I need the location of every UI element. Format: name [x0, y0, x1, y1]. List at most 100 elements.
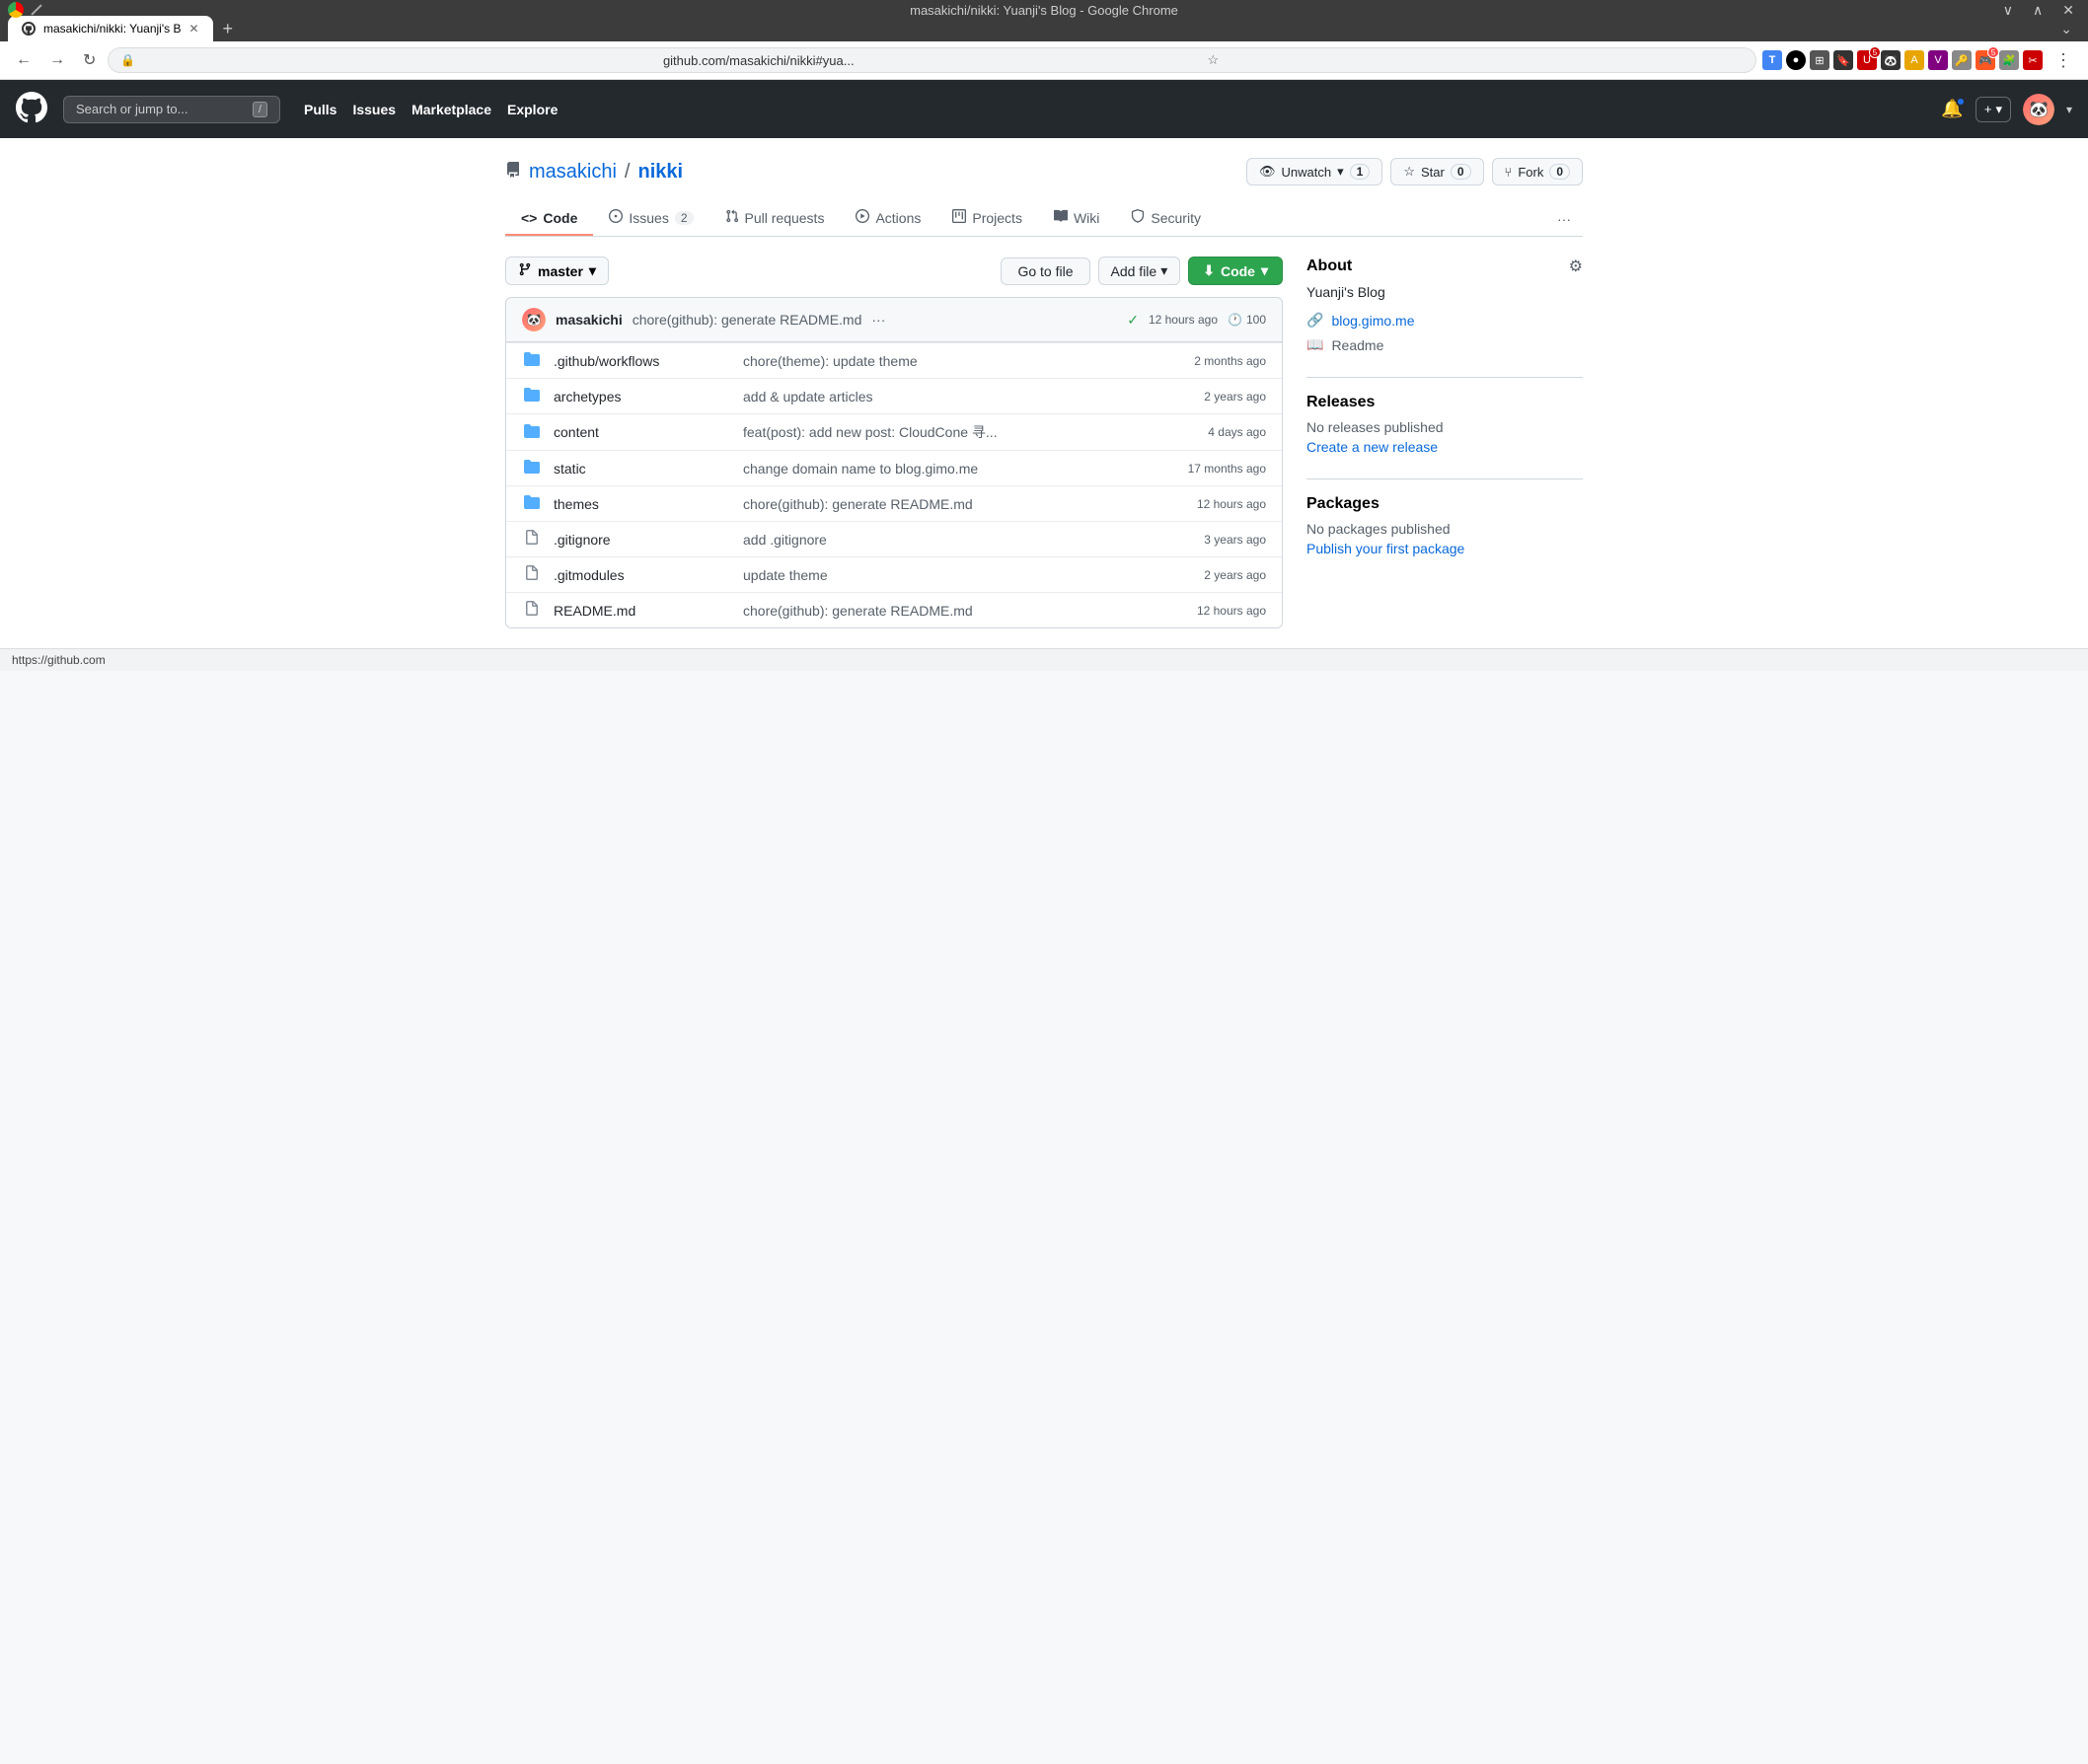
tab-close-button[interactable]: ✕ — [188, 22, 198, 36]
forward-button[interactable]: → — [43, 49, 71, 71]
file-commit-msg: chore(github): generate README.md — [743, 603, 1116, 619]
file-link[interactable]: .github/workflows — [554, 353, 659, 369]
tab-wiki[interactable]: Wiki — [1038, 201, 1115, 236]
commit-more-button[interactable]: ··· — [871, 312, 885, 328]
file-name: .gitmodules — [554, 567, 731, 583]
file-name: content — [554, 424, 731, 440]
create-release-link[interactable]: Create a new release — [1306, 439, 1583, 455]
go-to-file-button[interactable]: Go to file — [1001, 257, 1089, 285]
tab-overflow-button[interactable]: ⌄ — [2052, 17, 2080, 41]
file-link[interactable]: README.md — [554, 603, 635, 619]
projects-tab-label: Projects — [972, 210, 1022, 226]
branch-selector[interactable]: master ▾ — [505, 257, 609, 285]
unwatch-button[interactable]: 👁 Unwatch ▾ 1 — [1246, 158, 1382, 185]
repo-name-link[interactable]: nikki — [637, 161, 683, 184]
nav-pulls[interactable]: Pulls — [304, 102, 336, 117]
tab-actions[interactable]: Actions — [840, 201, 936, 236]
file-link[interactable]: themes — [554, 496, 599, 512]
repo-separator: / — [625, 161, 631, 184]
maximize-button[interactable]: ∧ — [2027, 0, 2049, 21]
about-website-link[interactable]: 🔗 blog.gimo.me — [1306, 312, 1583, 329]
nav-marketplace[interactable]: Marketplace — [411, 102, 491, 117]
notification-dot — [1956, 97, 1966, 107]
slash-key-indicator: / — [253, 102, 267, 117]
file-row: README.md chore(github): generate README… — [506, 592, 1282, 627]
create-new-button[interactable]: + ▾ — [1976, 97, 2011, 122]
active-tab[interactable]: masakichi/nikki: Yuanji's B ✕ — [8, 16, 213, 41]
new-tab-button[interactable]: + — [215, 19, 242, 39]
close-button[interactable]: ✕ — [2056, 0, 2080, 21]
file-link[interactable]: static — [554, 461, 586, 477]
folder-icon — [522, 459, 542, 478]
ext-dark-icon[interactable]: 🐼 — [1881, 50, 1901, 70]
star-icon: ☆ — [1403, 164, 1415, 180]
minimize-button[interactable]: ∨ — [1997, 0, 2019, 21]
refresh-button[interactable]: ↻ — [77, 48, 102, 72]
wiki-tab-icon — [1054, 209, 1068, 226]
tab-projects[interactable]: Projects — [936, 201, 1038, 236]
packages-title: Packages — [1306, 495, 1583, 513]
publish-package-link[interactable]: Publish your first package — [1306, 541, 1583, 556]
toolbar-extensions: T ● ⊞ 🔖 U5 🐼 A V 🔑 🎮5 🧩 ✂ — [1762, 50, 2043, 70]
file-link[interactable]: .gitignore — [554, 532, 611, 548]
avatar-dropdown-arrow[interactable]: ▾ — [2066, 103, 2072, 116]
file-link[interactable]: .gitmodules — [554, 567, 625, 583]
ext-translate-icon[interactable]: T — [1762, 50, 1782, 70]
ext-circle-icon[interactable]: ● — [1786, 50, 1806, 70]
browser-more-button[interactable]: ⋮ — [2049, 48, 2078, 73]
about-readme: 📖 Readme — [1306, 336, 1583, 353]
tab-issues[interactable]: Issues 2 — [593, 201, 708, 236]
ext-puzzle-icon[interactable]: 🧩 — [1999, 50, 2019, 70]
ext-red-icon[interactable]: 🎮5 — [1976, 50, 1995, 70]
tabs-more-button[interactable]: ··· — [1545, 203, 1583, 235]
github-search[interactable]: Search or jump to... / — [63, 96, 280, 123]
ext-v-icon[interactable]: V — [1928, 50, 1948, 70]
nav-explore[interactable]: Explore — [507, 102, 558, 117]
search-placeholder: Search or jump to... — [76, 102, 187, 116]
file-modified-time: 4 days ago — [1128, 425, 1266, 439]
file-name: .gitignore — [554, 532, 731, 548]
file-row: archetypes add & update articles 2 years… — [506, 378, 1282, 413]
ext-bookmark-icon[interactable]: 🔖 — [1833, 50, 1853, 70]
nav-issues[interactable]: Issues — [352, 102, 396, 117]
tab-security[interactable]: Security — [1115, 201, 1217, 236]
ext-badge-icon[interactable]: U5 — [1857, 50, 1877, 70]
add-file-dropdown-icon: ▾ — [1160, 262, 1167, 279]
add-file-button[interactable]: Add file ▾ — [1098, 257, 1181, 285]
address-bar[interactable]: 🔒 github.com/masakichi/nikki#yua... ☆ — [108, 47, 1756, 73]
file-link[interactable]: archetypes — [554, 389, 621, 404]
commit-hash[interactable]: 🕐 100 — [1228, 313, 1266, 327]
code-download-button[interactable]: ⬇ Code ▾ — [1188, 257, 1283, 285]
about-settings-icon[interactable]: ⚙ — [1569, 257, 1583, 276]
file-row: content feat(post): add new post: CloudC… — [506, 413, 1282, 450]
ext-grid-icon[interactable]: ⊞ — [1810, 50, 1829, 70]
bookmark-icon[interactable]: ☆ — [1207, 52, 1744, 68]
fork-button[interactable]: ⑂ Fork 0 — [1492, 158, 1584, 185]
notifications-button[interactable]: 🔔 — [1941, 99, 1963, 119]
no-releases-text: No releases published — [1306, 419, 1583, 435]
star-label: Star — [1421, 165, 1445, 180]
star-button[interactable]: ☆ Star 0 — [1390, 158, 1483, 185]
file-table: .github/workflows chore(theme): update t… — [505, 342, 1283, 628]
user-avatar[interactable]: 🐼 — [2023, 94, 2054, 125]
file-row: .github/workflows chore(theme): update t… — [506, 342, 1282, 378]
commit-author-name[interactable]: masakichi — [556, 312, 623, 328]
back-button[interactable]: ← — [10, 49, 37, 71]
pr-tab-icon — [725, 209, 739, 226]
ext-red2-icon[interactable]: ✂ — [2023, 50, 2043, 70]
commit-author-avatar: 🐼 — [522, 308, 546, 331]
status-url: https://github.com — [12, 653, 106, 667]
pr-tab-label: Pull requests — [745, 210, 825, 226]
ext-a-icon[interactable]: A — [1904, 50, 1924, 70]
ext-key-icon[interactable]: 🔑 — [1952, 50, 1972, 70]
website-url: blog.gimo.me — [1331, 313, 1414, 329]
repo-title: masakichi / nikki — [505, 161, 683, 184]
releases-section: Releases No releases published Create a … — [1306, 394, 1583, 455]
tab-pull-requests[interactable]: Pull requests — [709, 201, 841, 236]
repo-owner-link[interactable]: masakichi — [529, 161, 617, 184]
file-link[interactable]: content — [554, 424, 599, 440]
tab-code[interactable]: <> Code — [505, 202, 593, 236]
github-logo[interactable] — [16, 92, 47, 126]
security-tab-icon — [1131, 209, 1145, 226]
fork-icon: ⑂ — [1505, 165, 1513, 180]
